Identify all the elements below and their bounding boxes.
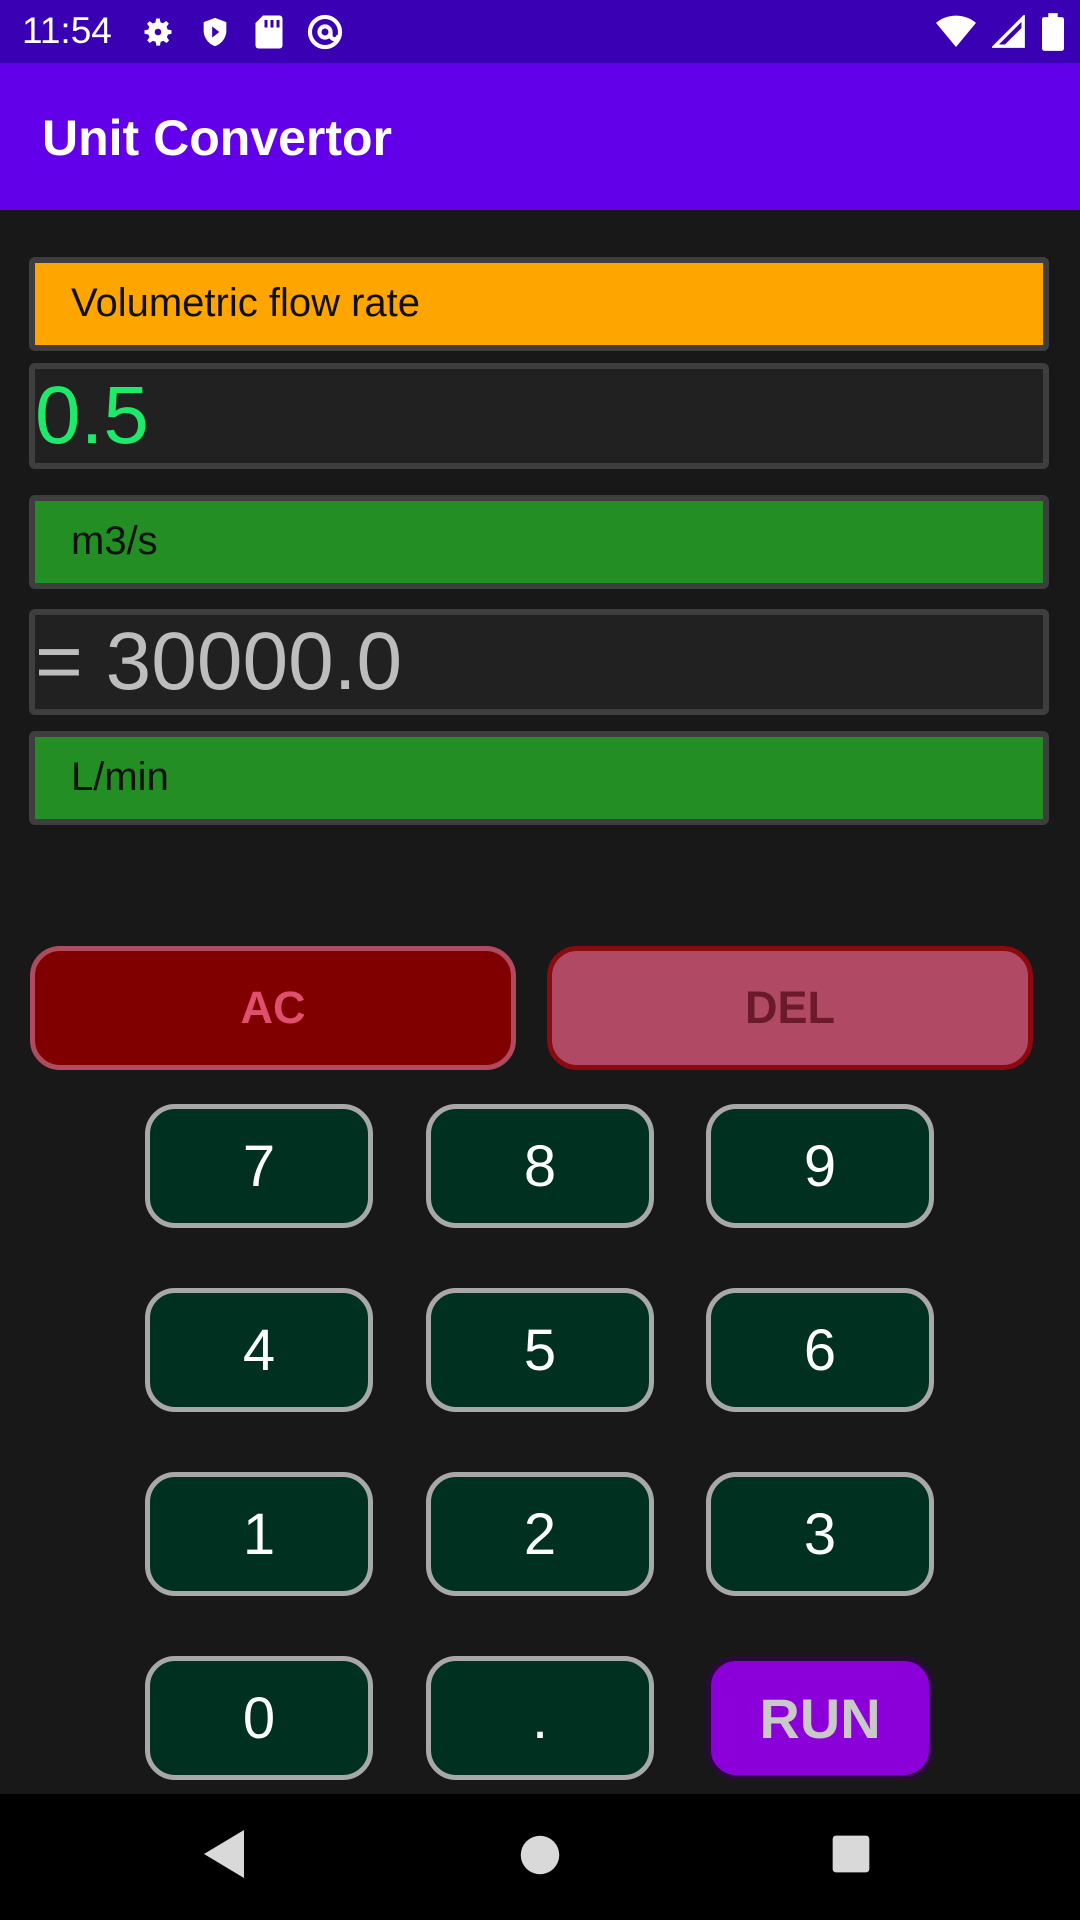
key-8[interactable]: 8 [426, 1104, 654, 1228]
from-unit-selector[interactable]: m3/s [29, 495, 1049, 589]
status-bar: 11:54 [0, 0, 1080, 63]
status-time: 11:54 [22, 10, 112, 51]
result-field: = 30000.0 [29, 609, 1049, 715]
key-decimal[interactable]: . [426, 1656, 654, 1780]
at-sign-icon [307, 14, 343, 50]
gear-icon [144, 18, 172, 46]
key-4[interactable]: 4 [145, 1288, 373, 1412]
nav-bar [0, 1794, 1080, 1920]
key-6[interactable]: 6 [706, 1288, 934, 1412]
key-2[interactable]: 2 [426, 1472, 654, 1596]
recents-icon[interactable] [831, 1834, 871, 1874]
category-label: Volumetric flow rate [71, 281, 421, 325]
shield-icon [203, 17, 227, 47]
battery-icon [1042, 13, 1064, 51]
category-selector[interactable]: Volumetric flow rate [29, 257, 1049, 351]
back-icon[interactable] [200, 1828, 248, 1880]
wifi-icon [936, 15, 976, 47]
from-unit-label: m3/s [71, 519, 158, 563]
clear-button[interactable]: AC [30, 946, 516, 1070]
delete-button[interactable]: DEL [547, 946, 1033, 1070]
status-icons-left [140, 10, 344, 54]
home-icon[interactable] [519, 1834, 561, 1876]
run-button[interactable]: RUN [706, 1656, 934, 1780]
key-3[interactable]: 3 [706, 1472, 934, 1596]
input-value: 0.5 [35, 370, 149, 461]
key-7[interactable]: 7 [145, 1104, 373, 1228]
app-title: Unit Convertor [42, 110, 392, 166]
key-0[interactable]: 0 [145, 1656, 373, 1780]
to-unit-label: L/min [71, 755, 169, 799]
input-value-field[interactable]: 0.5 [29, 363, 1049, 469]
app-bar: Unit Convertor [0, 63, 1080, 210]
status-icons-right [936, 10, 1064, 54]
sd-card-icon [255, 15, 283, 49]
key-1[interactable]: 1 [145, 1472, 373, 1596]
result-value: = 30000.0 [35, 616, 403, 707]
key-9[interactable]: 9 [706, 1104, 934, 1228]
key-5[interactable]: 5 [426, 1288, 654, 1412]
signal-icon [992, 15, 1025, 48]
to-unit-selector[interactable]: L/min [29, 731, 1049, 825]
